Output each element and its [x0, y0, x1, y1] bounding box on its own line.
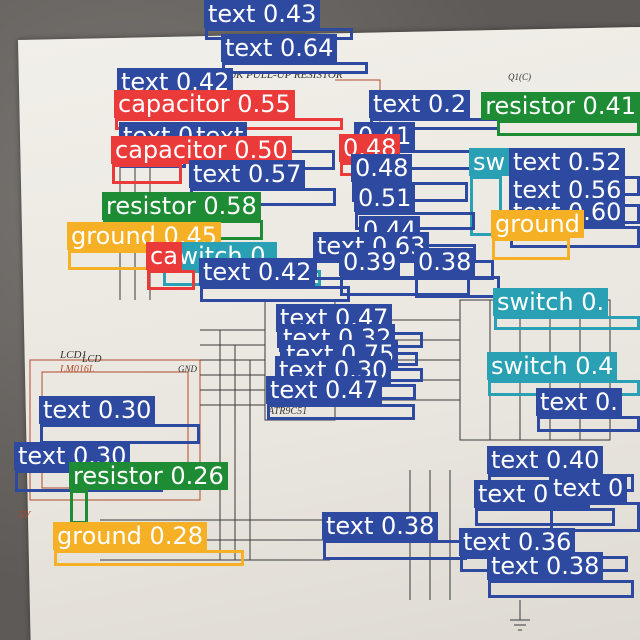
detection-label: text 0.2 — [369, 90, 471, 118]
detection-label: text 0.47 — [266, 376, 383, 404]
detection-label: resistor 0.58 — [102, 192, 261, 220]
paper-handwritten-text: Q1(C) — [508, 72, 531, 82]
detection-label: text 0 — [549, 474, 628, 502]
detection-capacitor: capacitor 0.50 — [111, 136, 292, 184]
detection-label: 0.38 — [414, 248, 476, 276]
detection-text: 0.38 — [414, 248, 500, 298]
detection-label: 0.51 — [354, 184, 416, 212]
detection-resistor: resistor 0.26 — [69, 462, 228, 524]
detection-text: text 0.64 — [221, 34, 368, 74]
detection-text: text 0.38 — [322, 512, 467, 560]
detection-box — [200, 286, 350, 302]
detection-text: text 0.42 — [199, 258, 350, 302]
detection-box — [323, 540, 467, 560]
detection-text: text 0.38 — [487, 552, 634, 598]
detection-label: text 0.38 — [487, 552, 604, 580]
detection-label: text 0.64 — [221, 34, 338, 62]
paper-handwritten-text: LCD — [81, 354, 102, 365]
detection-label: 0.48 — [351, 154, 413, 182]
detection-label: text 0.52 — [509, 148, 626, 176]
detection-label: text 0.40 — [487, 446, 604, 474]
detection-text: text 0.47 — [266, 376, 415, 420]
ground-symbol — [510, 600, 530, 631]
detection-box — [497, 120, 640, 136]
detection-text: text 0.30 — [39, 396, 200, 444]
detection-label: switch 0.4 — [487, 352, 618, 380]
detection-box — [488, 580, 634, 598]
detection-box — [415, 276, 500, 298]
detection-label: 0.39 — [339, 248, 401, 276]
paper-handwritten-text: GND — [178, 364, 198, 374]
detection-canvas: 10K PULL-UP RESISTOR LCD1 LM016L LCD ATR9C51… — [0, 0, 640, 640]
detection-label: text 0.30 — [39, 396, 156, 424]
detection-resistor: resistor 0.41 — [481, 92, 640, 136]
paper-handwritten-text: LM016L — [59, 364, 95, 375]
detection-box — [54, 550, 244, 566]
detection-label: ground 0.28 — [53, 522, 207, 550]
detection-label: capacitor 0.55 — [114, 90, 295, 118]
detection-label: text 0.42 — [199, 258, 316, 286]
detection-box — [537, 416, 640, 432]
detection-label: switch 0. — [493, 288, 609, 316]
detection-label: resistor 0.41 — [481, 92, 640, 120]
paper-handwritten-text: 5V — [18, 509, 32, 521]
detection-box — [267, 404, 415, 420]
detection-label: text 0. — [536, 388, 622, 416]
detection-box — [40, 424, 200, 444]
detection-label: ground — [491, 210, 584, 238]
detection-switch: switch 0. — [493, 288, 640, 330]
detection-label: text 0.38 — [322, 512, 439, 540]
detection-ground: ground 0.28 — [53, 522, 244, 566]
detection-box — [112, 164, 182, 184]
detection-label: text 0.57 — [189, 160, 306, 188]
lcd-bus-lines — [200, 329, 265, 406]
detection-label: text 0.43 — [204, 0, 321, 28]
detection-box — [494, 316, 640, 330]
detection-box — [492, 238, 570, 260]
detection-box — [147, 270, 195, 290]
detection-box — [70, 490, 88, 524]
detection-label: ca — [146, 242, 182, 270]
detection-box — [222, 62, 368, 74]
detection-label: sw — [469, 148, 510, 176]
detection-ground: ground — [491, 210, 584, 260]
detection-label: resistor 0.26 — [69, 462, 228, 490]
detection-text: text 0. — [536, 388, 640, 432]
detection-capacitor: ca — [146, 242, 195, 290]
